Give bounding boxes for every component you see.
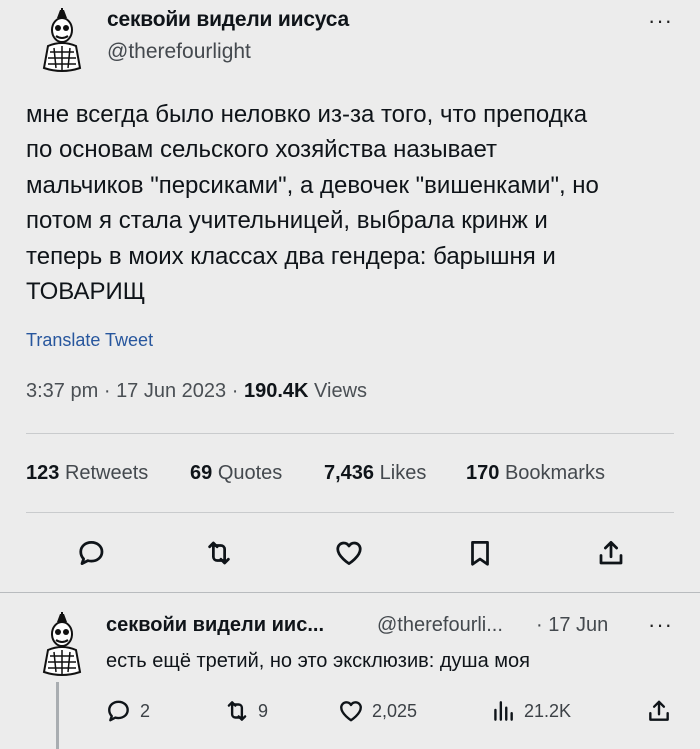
reply-like-button[interactable]: 2,025: [338, 698, 417, 724]
tweet-text: мне всегда было неловко из-за того, что …: [26, 97, 676, 309]
reply-date[interactable]: · 17 Jun: [536, 614, 608, 637]
tweet-meta: 3:37 pm · 17 Jun 2023 · 190.4K Views: [26, 380, 367, 403]
reply-reply-button[interactable]: 2: [106, 698, 150, 724]
retweet-icon: [227, 701, 247, 721]
bookmarks-label: Bookmarks: [504, 462, 605, 484]
avatar-drawing-icon: [42, 612, 82, 676]
retweet-button[interactable]: [204, 538, 234, 568]
avatar[interactable]: [34, 6, 90, 76]
reply-author-handle[interactable]: @therefourli...: [377, 614, 503, 637]
reply-views-button[interactable]: 21.2K: [490, 698, 571, 724]
divider: [26, 512, 674, 513]
reply-reply-count: 2: [140, 700, 151, 721]
meta-separator: ·: [103, 380, 111, 402]
tweet-text-line: мальчиков "персиками", а девочек "вишенк…: [26, 171, 599, 199]
share-button[interactable]: [596, 538, 626, 568]
avatar-drawing-icon: [42, 8, 82, 72]
reply-retweet-button[interactable]: 9: [224, 698, 268, 724]
reply-avatar[interactable]: [34, 610, 90, 680]
thread-line: [56, 682, 59, 749]
tweet-date[interactable]: 17 Jun 2023: [116, 380, 226, 402]
reply-retweet-count: 9: [258, 700, 269, 721]
tweet-text-line: ТОВАРИЩ: [26, 278, 146, 306]
views-label: Views: [314, 380, 368, 402]
reply-button[interactable]: [77, 538, 107, 568]
reply-text: есть ещё третий, но это эксклюзив: душа …: [106, 650, 530, 672]
quotes-count: 69: [190, 462, 213, 484]
tweet-time[interactable]: 3:37 pm: [26, 380, 98, 402]
quotes-label: Quotes: [217, 462, 283, 484]
likes-count: 7,436: [324, 462, 375, 484]
author-handle[interactable]: @therefourlight: [107, 40, 251, 64]
likes-stat[interactable]: 7,436 Likes: [324, 462, 426, 485]
views-chart-icon: [494, 701, 513, 721]
reply-more-options-icon[interactable]: ···: [648, 612, 673, 638]
tweet-text-line: потом я стала учительницей, выбрала крин…: [26, 207, 548, 235]
bookmarks-count: 170: [466, 462, 500, 484]
tweet-text-line: мне всегда было неловко из-за того, что …: [26, 101, 588, 128]
like-icon: [340, 701, 362, 722]
more-options-icon[interactable]: ···: [648, 8, 673, 34]
retweets-label: Retweets: [64, 462, 149, 484]
reply-icon: [108, 700, 129, 722]
tweet-text-line: по основам сельского хозяйства называет: [26, 136, 498, 164]
tweet-text-line: теперь в моих классах два гендера: барыш…: [26, 242, 556, 270]
translate-tweet-link[interactable]: Translate Tweet: [26, 330, 153, 351]
reply-share-button[interactable]: [646, 698, 672, 724]
quotes-stat[interactable]: 69 Quotes: [190, 462, 282, 485]
reply-like-count: 2,025: [372, 700, 418, 721]
share-icon: [649, 700, 669, 721]
reply-icon: [79, 541, 104, 565]
likes-label: Likes: [379, 462, 427, 484]
reply-author-name[interactable]: секвойи видели иис...: [106, 614, 324, 637]
meta-separator: ·: [231, 380, 239, 402]
views-count: 190.4K: [243, 380, 309, 402]
retweet-icon: [208, 541, 230, 565]
retweets-count: 123: [26, 462, 60, 484]
author-name[interactable]: секвойи видели иисуса: [107, 8, 349, 32]
divider: [26, 433, 674, 434]
divider: [0, 592, 700, 593]
reply-views-count: 21.2K: [524, 700, 572, 721]
like-icon: [336, 541, 362, 565]
share-icon: [599, 541, 623, 565]
like-button[interactable]: [334, 538, 364, 568]
retweets-stat[interactable]: 123 Retweets: [26, 462, 148, 485]
bookmark-icon: [471, 541, 489, 566]
bookmarks-stat[interactable]: 170 Bookmarks: [466, 462, 605, 485]
bookmark-button[interactable]: [465, 538, 495, 568]
